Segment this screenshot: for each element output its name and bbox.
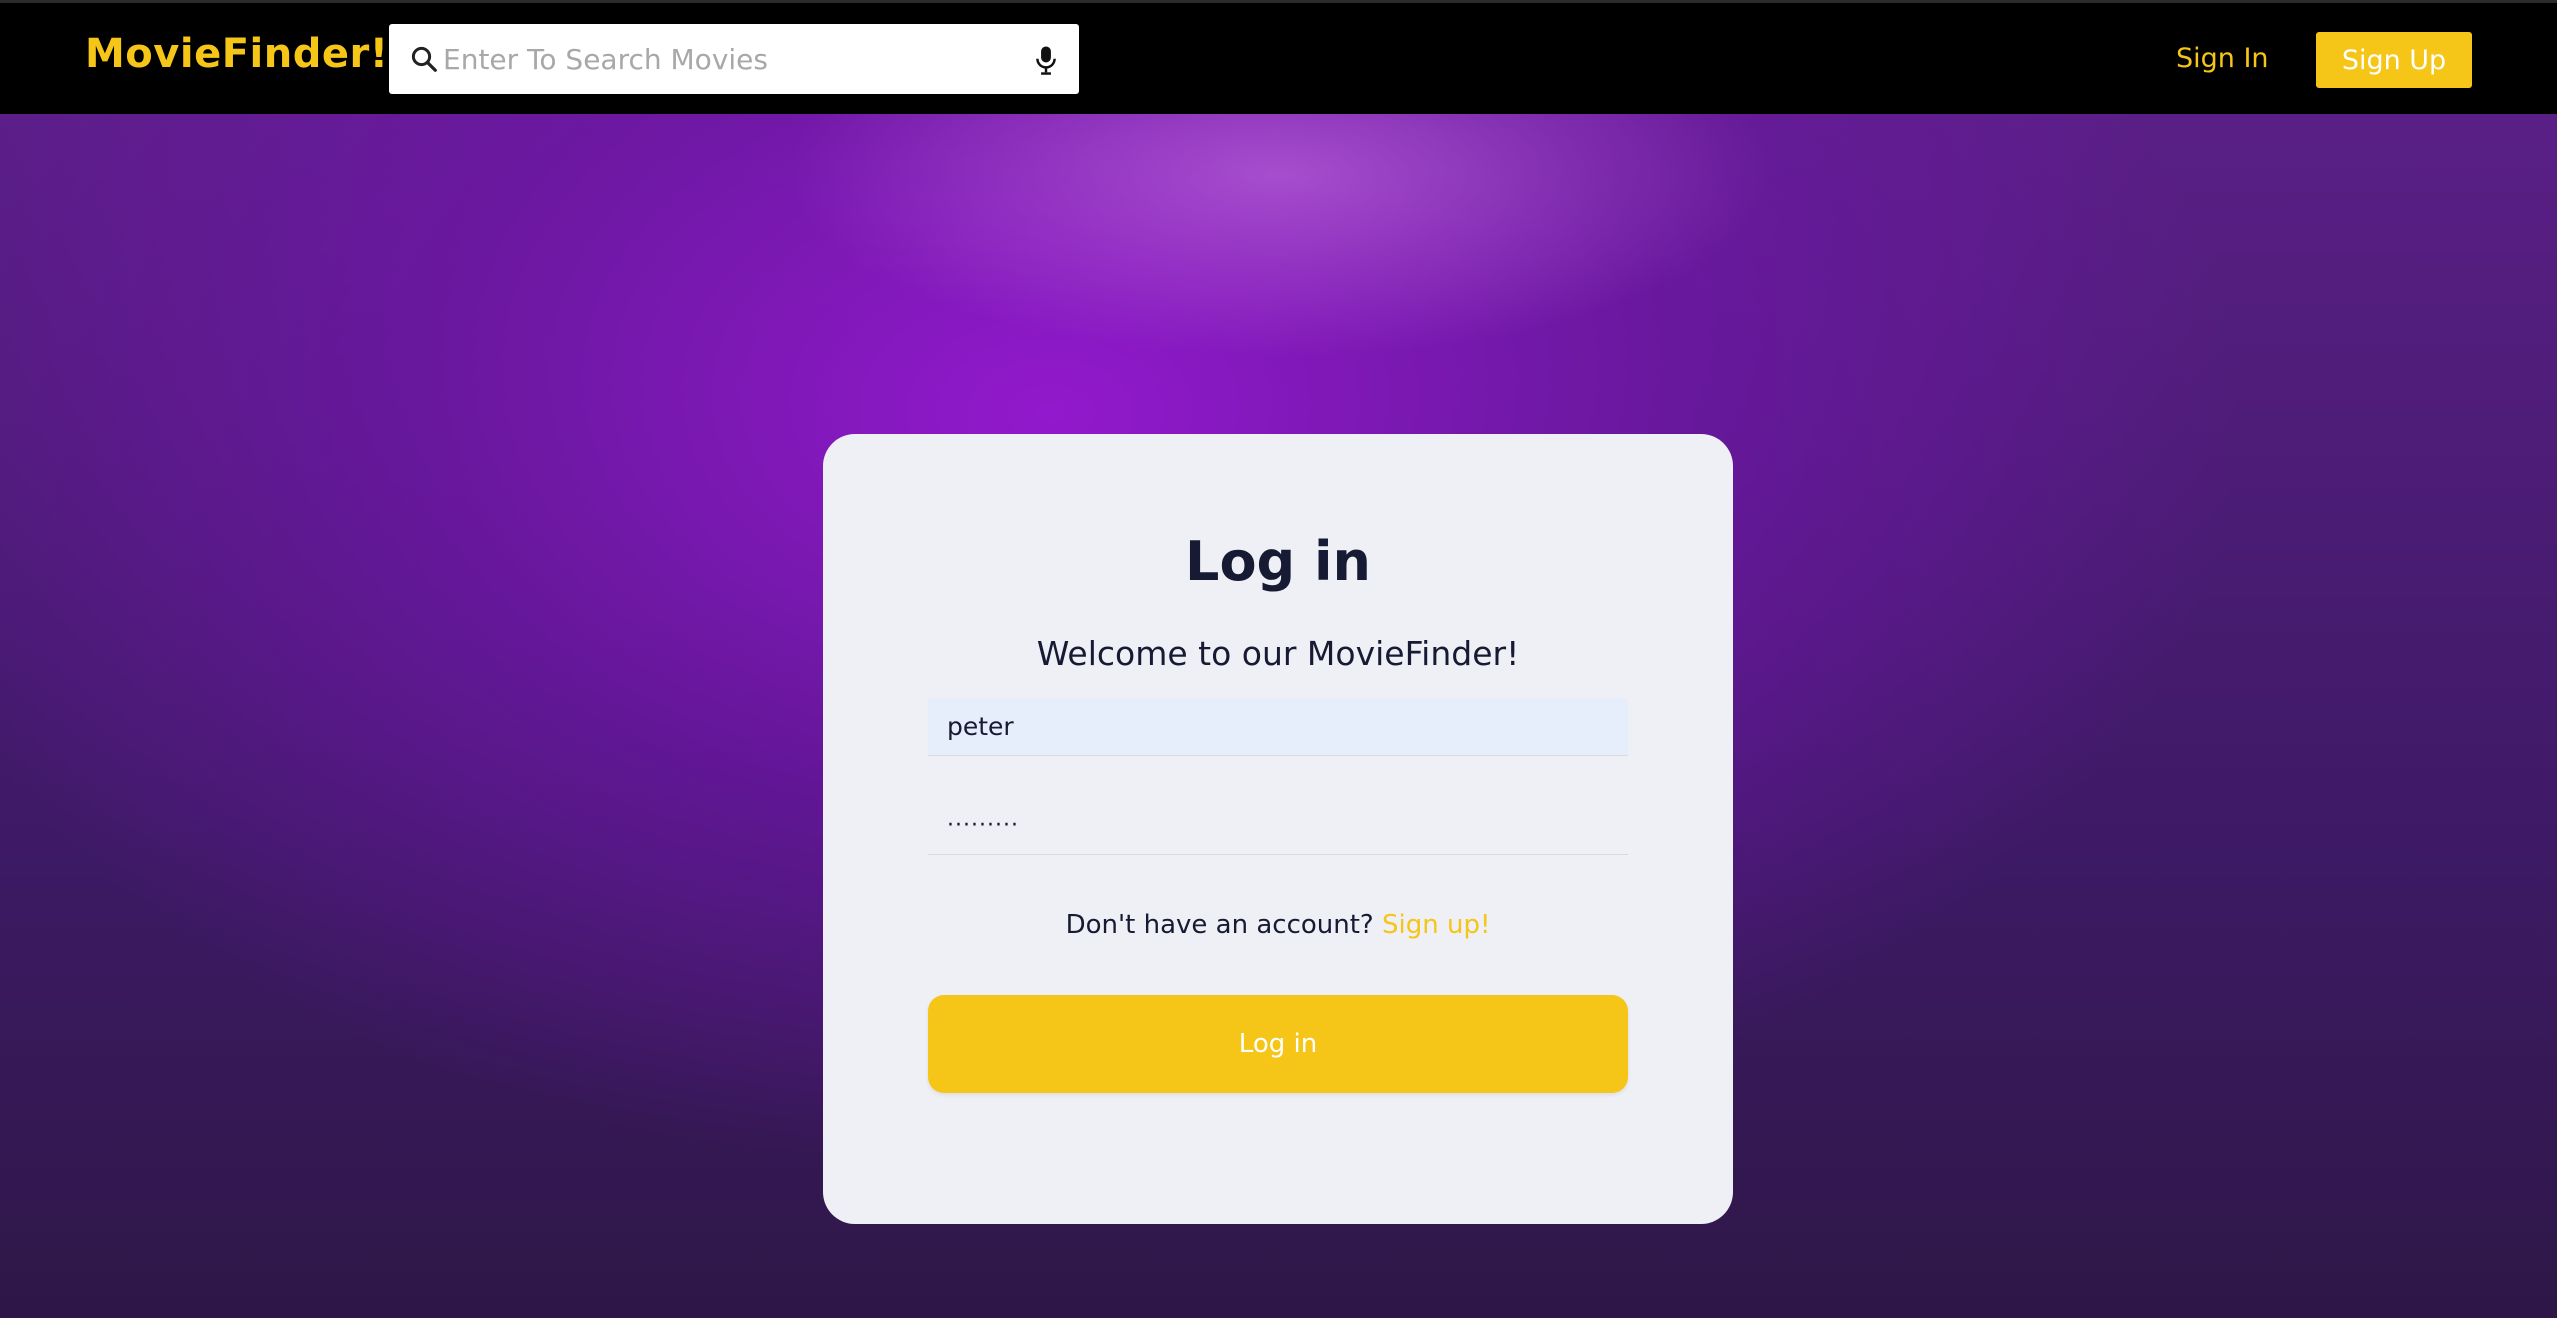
- hero-background: Log in Welcome to our MovieFinder! Don't…: [0, 114, 2557, 1318]
- sign-in-link[interactable]: Sign In: [2176, 43, 2269, 74]
- login-button[interactable]: Log in: [928, 995, 1628, 1093]
- sign-up-button[interactable]: Sign Up: [2316, 32, 2472, 88]
- account-prompt-text: Don't have an account?: [1065, 910, 1374, 940]
- brand-logo[interactable]: MovieFinder!: [85, 31, 388, 77]
- top-navbar: MovieFinder! Sign In Sign Up: [0, 0, 2557, 114]
- search-input[interactable]: [443, 34, 1003, 84]
- signup-prompt: Don't have an account? Sign up!: [823, 910, 1733, 940]
- search-bar[interactable]: [389, 24, 1079, 94]
- login-card: Log in Welcome to our MovieFinder! Don't…: [823, 434, 1733, 1224]
- welcome-message: Welcome to our MovieFinder!: [1036, 634, 1520, 673]
- signup-link[interactable]: Sign up!: [1382, 910, 1490, 940]
- password-field[interactable]: [928, 797, 1628, 855]
- username-field[interactable]: [928, 698, 1628, 756]
- login-title: Log in: [1185, 530, 1371, 593]
- search-icon: [411, 46, 437, 72]
- microphone-icon[interactable]: [1031, 44, 1061, 76]
